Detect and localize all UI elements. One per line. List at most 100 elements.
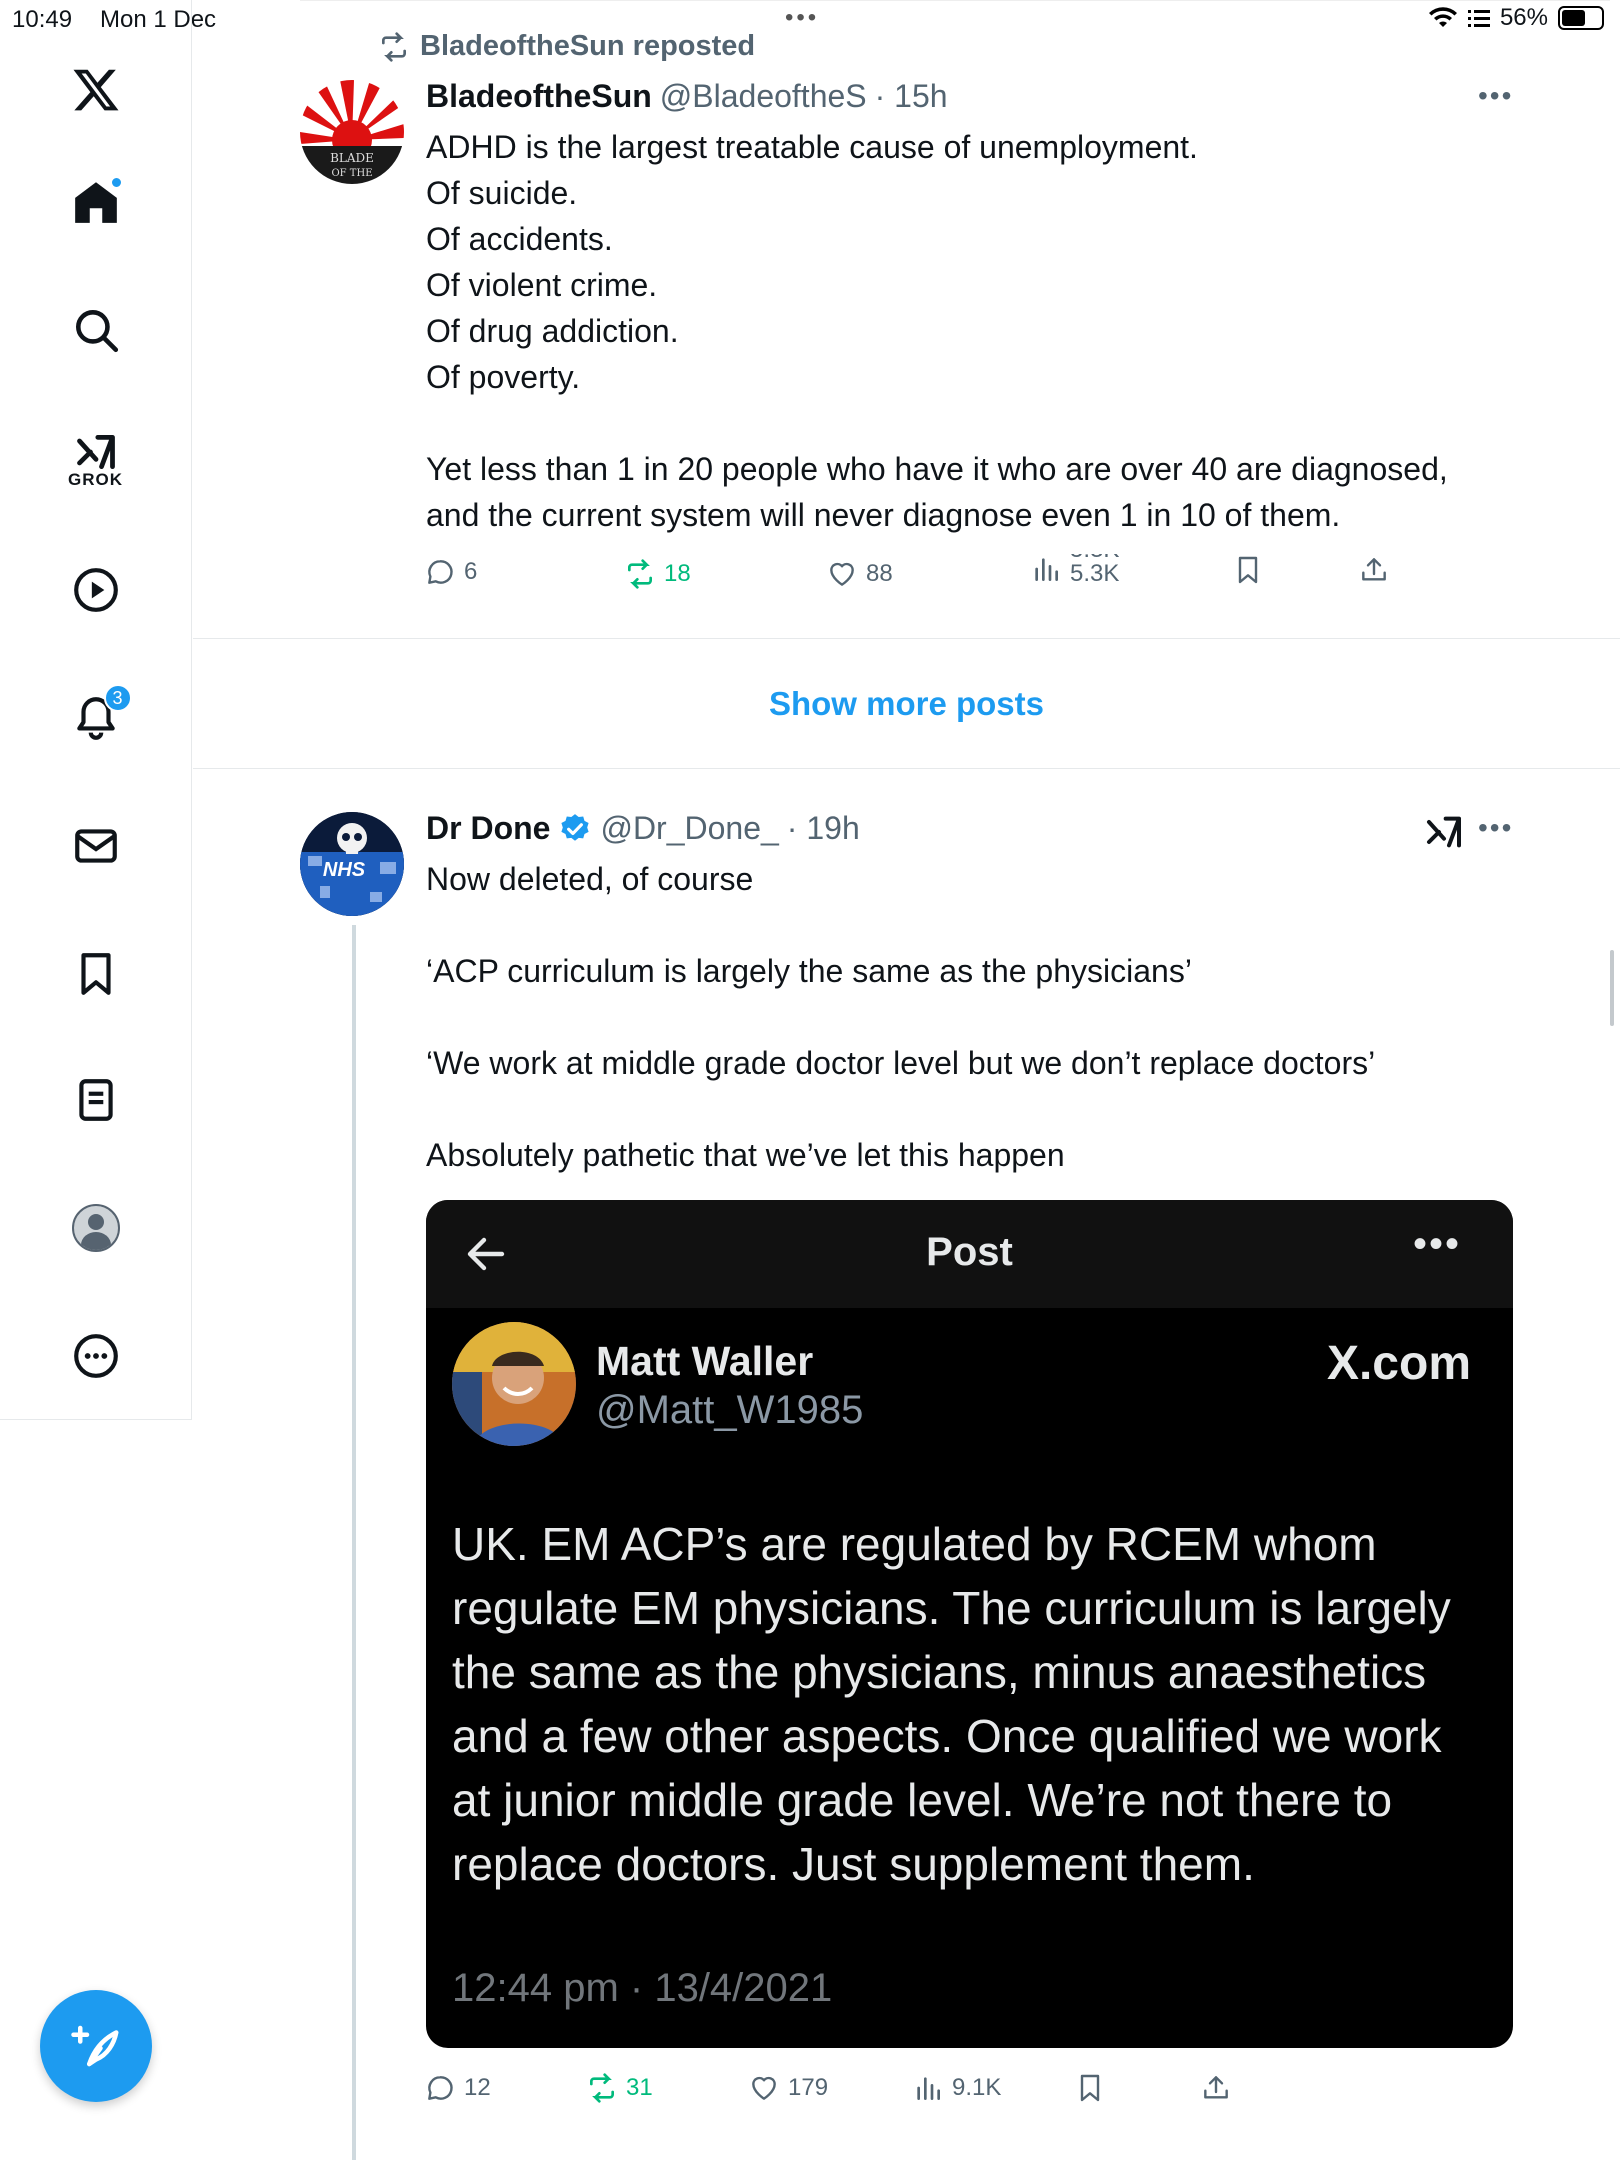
repost-button[interactable]: 31 [586,2072,653,2104]
grok-explain-icon[interactable] [1424,812,1464,852]
post-line: Absolutely pathetic that we’ve let this … [426,1137,1065,1173]
post-more-icon[interactable]: ••• [1478,80,1513,112]
views-count: 9.1K [952,2074,1002,2101]
post-body: Now deleted, of course ‘ACP curriculum i… [426,856,1566,1178]
author-name[interactable]: Dr Done [426,810,550,847]
avatar-bladeofthesun[interactable]: BLADE OF THE [300,80,404,184]
share-button[interactable] [1358,554,1390,586]
grok-label: GROK [68,470,123,489]
post-line [426,400,1566,446]
post-time[interactable]: · 19h [787,810,860,847]
post-line: ADHD is the largest treatable cause of u… [426,129,1198,165]
avatar [71,1204,120,1252]
repost-count: 18 [664,560,691,587]
post-line [426,1086,1566,1132]
repost-label[interactable]: BladeoftheSun reposted [420,30,755,63]
grok-icon[interactable]: GROK [56,420,136,500]
embedded-line: regulate EM physicians. The curriculum i… [452,1582,1451,1634]
post-line: and the current system will never diagno… [426,497,1341,533]
home-icon[interactable] [56,162,136,242]
embedded-line: UK. EM ACP’s are regulated by RCEM whom [452,1518,1377,1570]
post-line [426,902,1566,948]
post-line: Of violent crime. [426,267,658,303]
share-upload-icon [1204,2076,1228,2099]
x-logo-icon[interactable] [56,50,136,130]
repost-count: 31 [626,2074,653,2101]
embedded-brand: X.com [1326,1337,1471,1390]
status-bar: 10:49 Mon 1 Dec ••• 56% [0,0,1620,40]
list-status-icon [1467,10,1490,27]
post-more-icon[interactable]: ••• [1478,812,1513,844]
bookmark-button[interactable] [1232,554,1264,586]
scrollbar[interactable] [1610,950,1614,1026]
profile-avatar-icon[interactable] [56,1188,136,1268]
thread-connector [352,925,356,2160]
embedded-bar-title: Post [926,1230,1013,1274]
embedded-timestamp: 12:44 pm · 13/4/2021 [452,1966,833,2010]
embedded-author-name: Matt Waller [596,1338,814,1384]
like-count: 179 [788,2074,829,2101]
bookmark-button[interactable] [1074,2072,1106,2104]
verified-badge-icon [561,813,590,841]
heart-icon [752,2076,776,2100]
bookmark-icon [1238,556,1258,584]
embedded-line: replace doctors. Just supplement them. [452,1838,1255,1890]
avatar-dr-done[interactable]: NHS [300,812,404,916]
repost-button[interactable]: 18 [624,558,691,590]
embedded-line: the same as the physicians, minus anaest… [452,1646,1427,1698]
embedded-avatar [452,1322,576,1446]
reply-button[interactable]: 12 [424,2072,491,2104]
views-button[interactable]: 9.1K [912,2072,1001,2104]
reply-button[interactable]: 6 [424,556,477,588]
lists-icon[interactable] [56,1060,136,1140]
svg-text:BLADE: BLADE [330,151,374,165]
author-handle[interactable]: @Dr_Done_ [600,810,778,847]
multitask-dots-icon[interactable]: ••• [785,4,819,32]
views-bars-icon [1035,558,1058,581]
author-name[interactable]: BladeoftheSun [426,78,652,115]
messages-envelope-icon[interactable] [56,806,136,886]
show-more-posts-button[interactable]: Show more posts [193,640,1620,768]
search-icon[interactable] [56,290,136,370]
home-unread-dot [109,176,123,189]
battery-percent: 56% [1499,4,1548,31]
repost-icon [590,2073,614,2103]
post-body: ADHD is the largest treatable cause of u… [426,124,1566,538]
post-line: Of suicide. [426,175,578,211]
svg-text:NHS: NHS [323,859,366,881]
post-header: BladeoftheSun @BladeoftheS · 15h [426,78,948,115]
like-button[interactable]: 179 [748,2072,828,2104]
embedded-post-bar: Post ••• [426,1200,1513,1308]
reply-count: 6 [464,558,478,585]
more-options-circle-icon[interactable] [56,1316,136,1396]
notifications-bell-icon[interactable]: 3 [56,678,136,758]
reply-count: 12 [464,2074,491,2101]
embedded-line: and a few other aspects. Once qualified … [452,1710,1442,1762]
compose-post-button[interactable] [40,1990,152,2102]
embedded-line: at junior middle grade level. We’re not … [452,1774,1393,1826]
heart-icon [830,562,854,586]
post-line: Yet less than 1 in 20 people who have it… [426,451,1448,487]
reply-icon [428,2076,453,2100]
notifications-badge: 3 [103,684,132,712]
share-upload-icon [1362,558,1386,581]
views-button[interactable]: 5.3K 5.3K [1030,554,1119,584]
embedded-screenshot-image[interactable]: Post ••• Matt Waller @Matt_W1985 X.com U… [426,1200,1513,2048]
wifi-icon [1428,7,1457,27]
views-bars-icon [917,2077,940,2100]
post-line [426,994,1566,1040]
video-play-icon[interactable] [56,550,136,630]
share-button[interactable] [1200,2072,1232,2104]
post-line: Now deleted, of course [426,861,754,897]
embedded-more-icon: ••• [1412,1222,1461,1266]
svg-text:OF THE: OF THE [331,168,372,179]
like-button[interactable]: 88 [826,558,893,590]
bookmarks-icon[interactable] [56,934,136,1014]
embedded-post-text: UK. EM ACP’s are regulated by RCEM whom … [452,1512,1492,1896]
reply-icon [428,560,453,584]
post-header: Dr Done @Dr_Done_ · 19h [426,810,860,847]
battery-icon [1558,6,1604,30]
post-time[interactable]: · 15h [875,78,948,115]
embedded-author-handle: @Matt_W1985 [596,1388,864,1432]
author-handle[interactable]: @BladeoftheS [660,78,867,115]
